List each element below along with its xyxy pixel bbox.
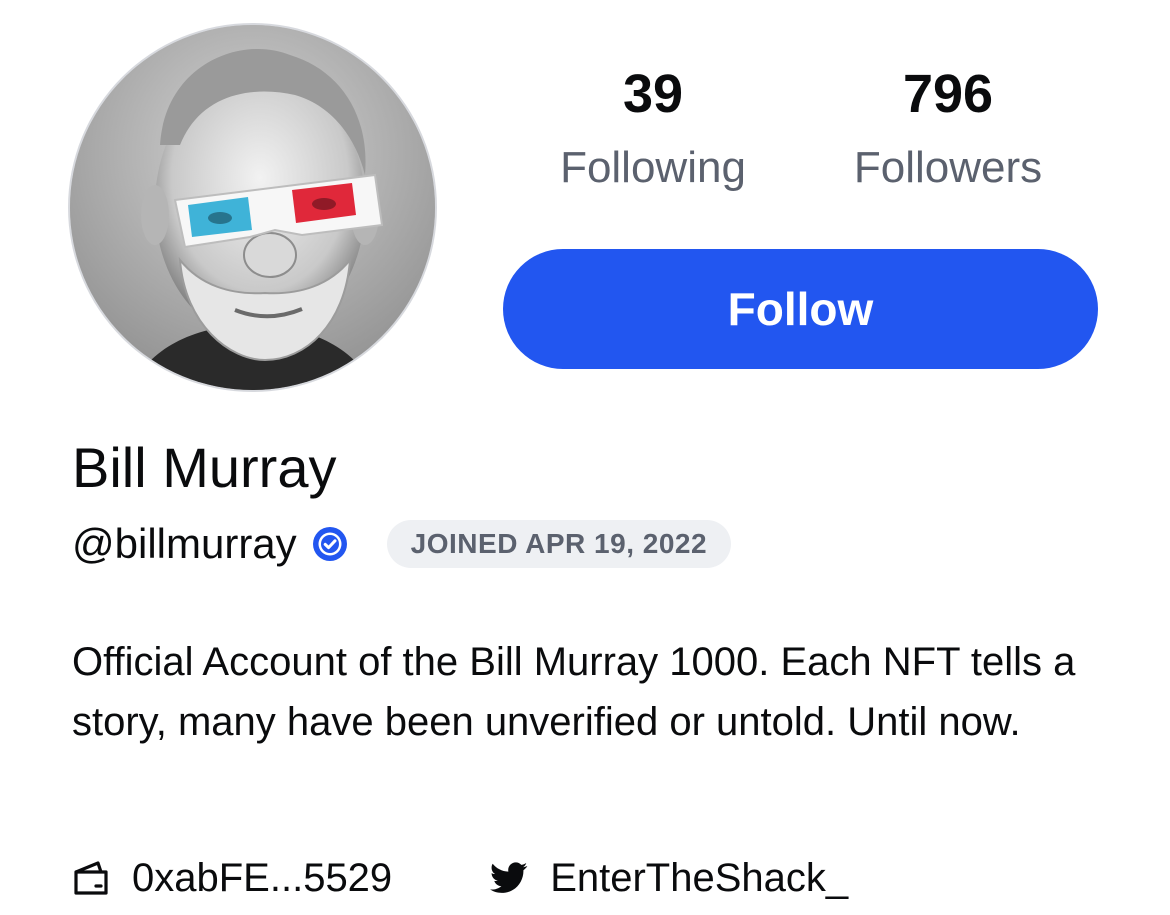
wallet-link[interactable]: 0xabFE...5529	[72, 852, 392, 904]
profile-handle: @billmurray	[72, 520, 297, 567]
wallet-icon	[74, 861, 108, 895]
avatar[interactable]	[70, 25, 435, 390]
profile-name: Bill Murray	[72, 436, 337, 499]
following-stat[interactable]: 39 Following	[535, 64, 771, 196]
following-count: 39	[622, 64, 684, 124]
handle-row: @billmurray JOINED APR 19, 2022	[72, 518, 732, 570]
avatar-image	[70, 25, 435, 390]
profile-links: 0xabFE...5529 EnterTheShack_	[72, 852, 848, 904]
wallet-address: 0xabFE...5529	[132, 856, 393, 900]
followers-label: Followers	[853, 143, 1043, 192]
profile-bio: Official Account of the Bill Murray 1000…	[72, 640, 1076, 744]
follow-button[interactable]: Follow	[503, 249, 1098, 369]
verified-badge-icon	[312, 527, 347, 561]
followers-count: 796	[902, 64, 994, 124]
twitter-handle: EnterTheShack_	[550, 856, 849, 900]
joined-badge: JOINED APR 19, 2022	[386, 520, 732, 568]
twitter-link[interactable]: EnterTheShack_	[490, 852, 848, 904]
twitter-icon	[490, 862, 528, 893]
followers-stat[interactable]: 796 Followers	[830, 64, 1066, 196]
following-label: Following	[560, 143, 746, 192]
